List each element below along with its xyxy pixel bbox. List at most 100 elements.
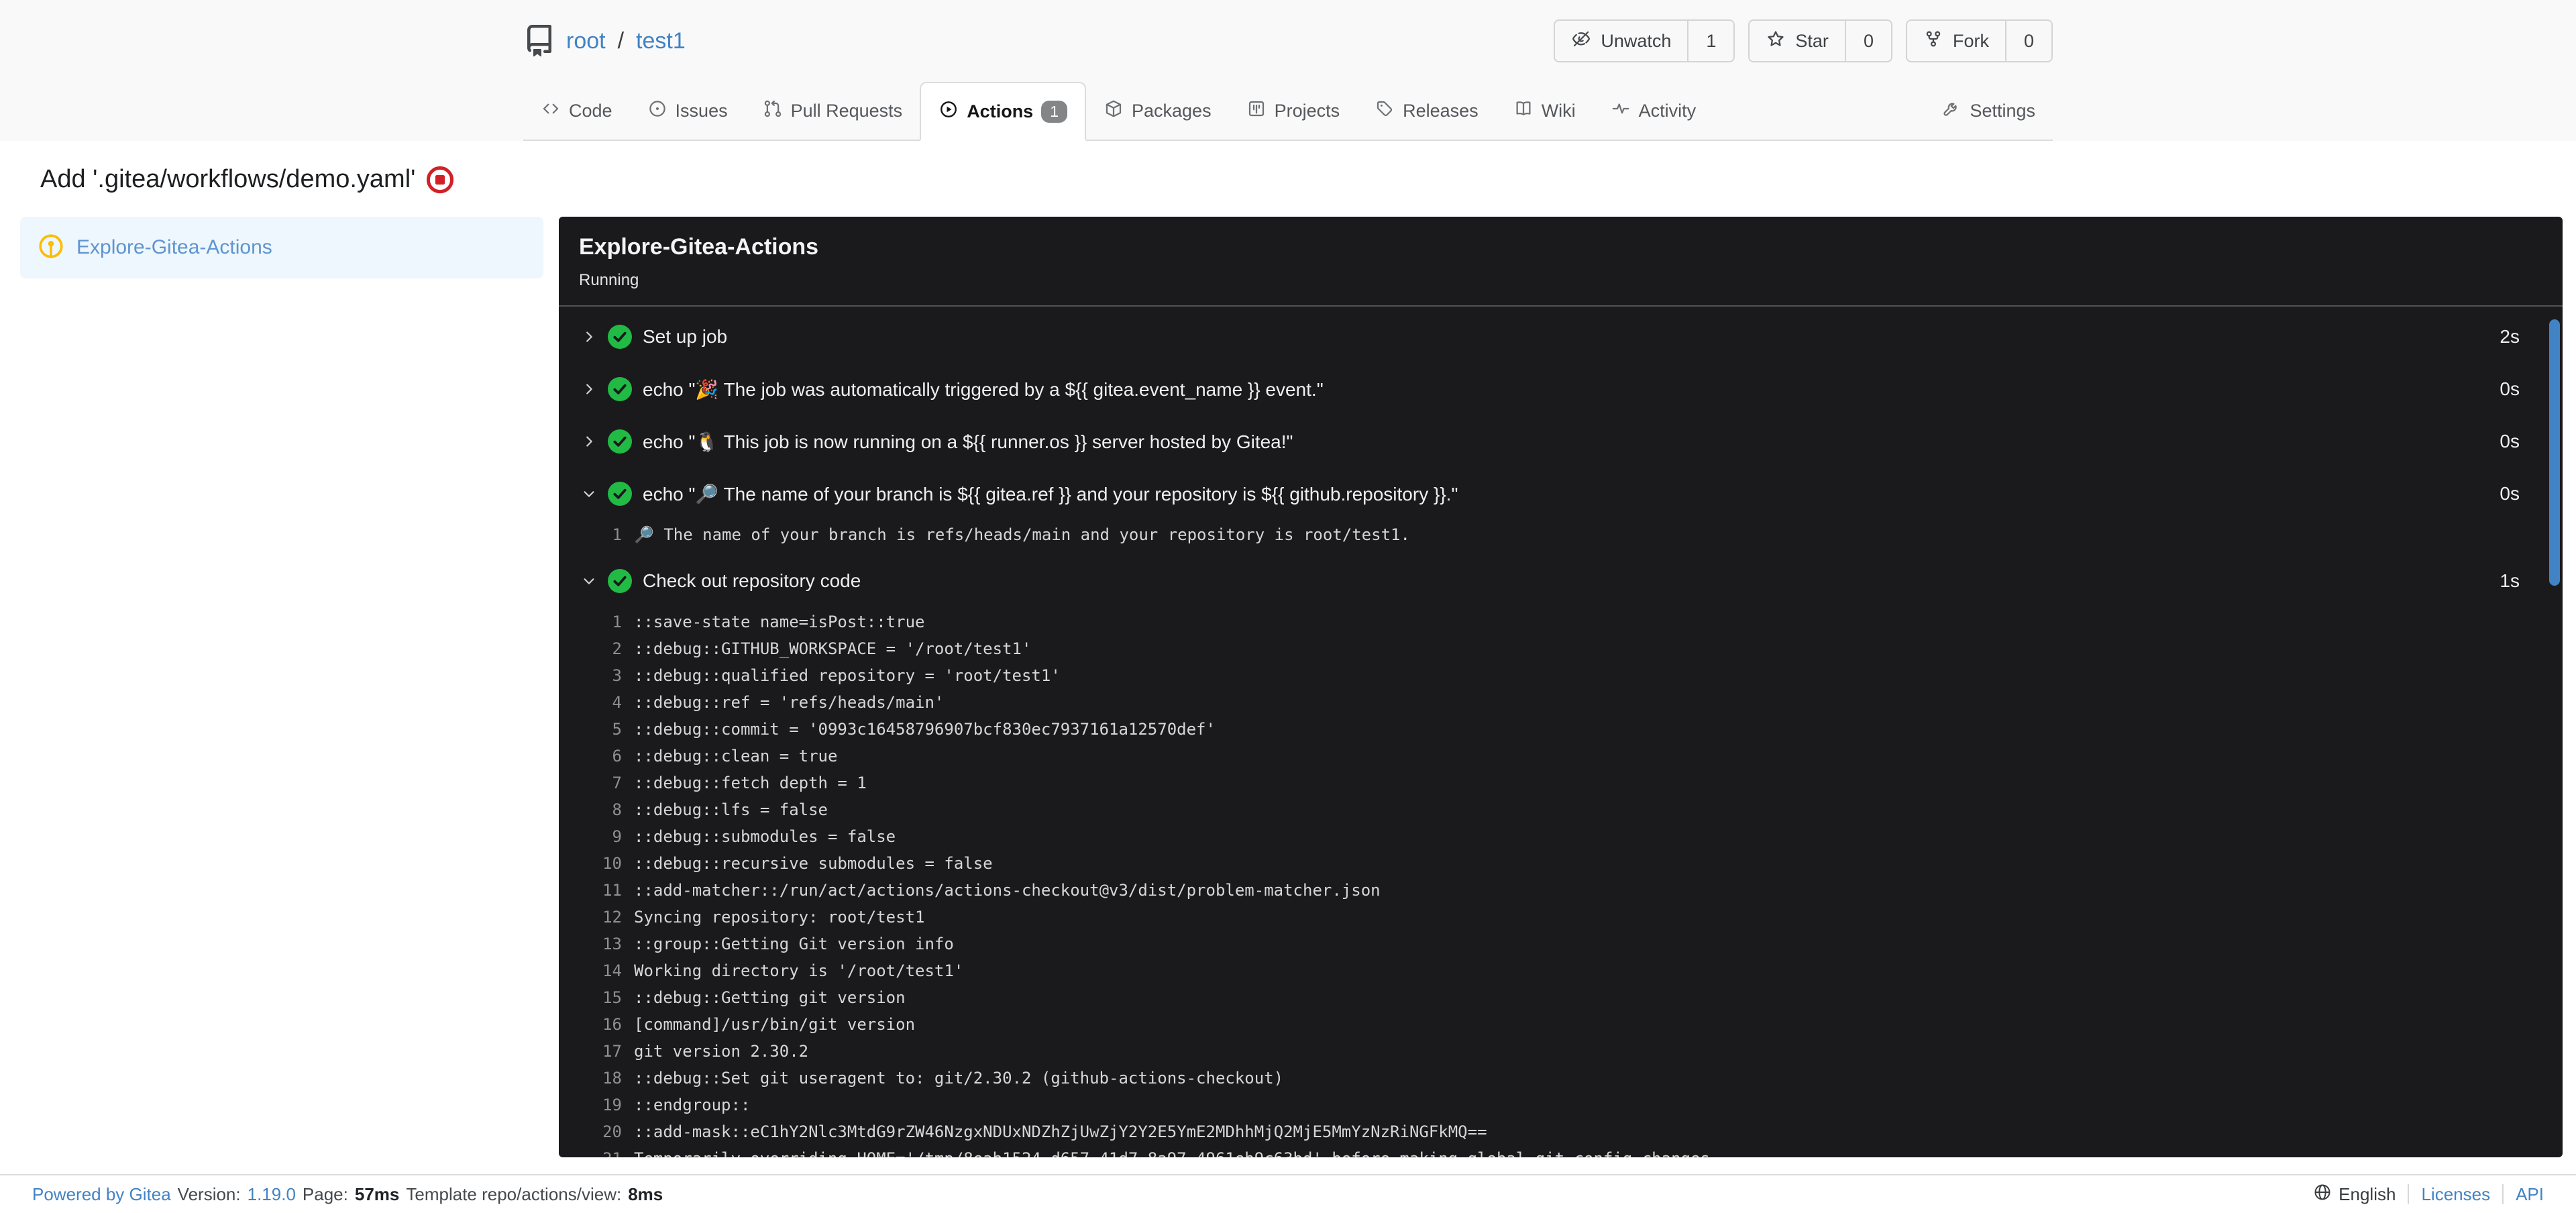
- wrench-icon: [1941, 99, 1962, 123]
- tab-wiki-label: Wiki: [1541, 100, 1576, 121]
- tab-pull-requests-label: Pull Requests: [790, 100, 903, 121]
- tab-activity[interactable]: Activity: [1593, 82, 1714, 140]
- tab-issues-label: Issues: [675, 100, 728, 121]
- globe-icon: [2313, 1183, 2332, 1206]
- log-line: ::debug::fetch depth = 1: [634, 774, 867, 792]
- watchers-count[interactable]: 1: [1687, 21, 1733, 61]
- run-log-panel: Explore-Gitea-Actions Running Set up job…: [559, 217, 2563, 1157]
- star-label: Star: [1795, 30, 1829, 51]
- log-line: ::debug::Getting git version: [634, 988, 906, 1007]
- step-duration: 2s: [2500, 326, 2520, 347]
- language-selector[interactable]: English: [2313, 1183, 2396, 1206]
- log-line: ::group::Getting Git version info: [634, 935, 954, 953]
- log-line: Working directory is '/root/test1': [634, 961, 964, 980]
- code-icon: [541, 99, 561, 123]
- step-success-icon: [608, 569, 632, 593]
- step-row-echo-event[interactable]: echo "🎉 The job was automatically trigge…: [559, 363, 2563, 415]
- tab-code[interactable]: Code: [523, 82, 630, 140]
- unwatch-label: Unwatch: [1601, 30, 1672, 51]
- step-row-echo-runner[interactable]: echo "🐧 This job is now running on a ${{…: [559, 415, 2563, 468]
- tab-issues[interactable]: Issues: [630, 82, 745, 140]
- log-line: ::debug::clean = true: [634, 747, 838, 766]
- version-label: Version:: [177, 1183, 241, 1204]
- tab-actions-label: Actions: [967, 101, 1034, 121]
- step-label: Set up job: [643, 326, 728, 347]
- tab-wiki[interactable]: Wiki: [1496, 82, 1593, 140]
- stars-count[interactable]: 0: [1844, 21, 1891, 61]
- tab-activity-label: Activity: [1638, 100, 1697, 121]
- log-line: ::save-state name=isPost::true: [634, 613, 925, 631]
- repo-breadcrumb: root / test1: [523, 25, 686, 57]
- log-line: ::debug::GITHUB_WORKSPACE = '/root/test1…: [634, 639, 1032, 658]
- step-row-checkout[interactable]: Check out repository code 1s: [559, 555, 2563, 607]
- chevron-right-icon: [581, 382, 597, 397]
- tab-packages[interactable]: Packages: [1086, 82, 1229, 140]
- star-button-group[interactable]: Star 0: [1748, 19, 1892, 62]
- step-duration: 0s: [2500, 378, 2520, 399]
- tab-packages-label: Packages: [1132, 100, 1212, 121]
- repo-action-buttons: Unwatch 1 Star 0 Fork 0: [1554, 19, 2053, 62]
- page-time-label: Page:: [302, 1183, 348, 1204]
- step-label: Check out repository code: [643, 570, 861, 591]
- tab-projects[interactable]: Projects: [1229, 82, 1358, 140]
- step-label: echo "🐧 This job is now running on a ${{…: [643, 431, 1293, 452]
- repo-name-link[interactable]: test1: [636, 28, 686, 54]
- step-success-icon: [608, 429, 632, 454]
- fork-button[interactable]: Fork: [1907, 21, 2005, 61]
- powered-by-gitea-link[interactable]: Powered by Gitea: [32, 1184, 171, 1205]
- chevron-right-icon: [581, 329, 597, 344]
- tab-actions[interactable]: Actions 1: [920, 82, 1086, 141]
- fork-icon: [1923, 29, 1943, 54]
- tab-settings[interactable]: Settings: [1924, 82, 2053, 140]
- footer-divider: [2502, 1184, 2504, 1204]
- log-line: ::debug::ref = 'refs/heads/main': [634, 693, 945, 712]
- template-time-label: Template repo/actions/view:: [406, 1183, 622, 1204]
- footer-divider: [2408, 1184, 2410, 1204]
- forks-count[interactable]: 0: [2004, 21, 2051, 61]
- repo-tab-bar: Code Issues Pull Requests Actions 1 Pack…: [523, 82, 2053, 141]
- tab-projects-label: Projects: [1274, 100, 1340, 121]
- log-line: 🔎 The name of your branch is refs/heads/…: [634, 525, 1410, 544]
- log-scrollbar-thumb[interactable]: [2549, 319, 2560, 586]
- api-link[interactable]: API: [2516, 1184, 2544, 1205]
- log-line: ::debug::commit = '0993c16458796907bcf83…: [634, 720, 1216, 739]
- template-time-value: 8ms: [628, 1183, 663, 1204]
- job-list-sidebar: Explore-Gitea-Actions: [20, 217, 543, 278]
- cancel-run-button[interactable]: [426, 166, 454, 194]
- log-line: ::debug::Set git useragent to: git/2.30.…: [634, 1069, 1284, 1088]
- watch-button-group[interactable]: Unwatch 1: [1554, 19, 1735, 62]
- language-label: English: [2339, 1183, 2396, 1204]
- tag-icon: [1375, 99, 1395, 123]
- version-link[interactable]: 1.19.0: [248, 1184, 296, 1205]
- job-item-explore-gitea-actions[interactable]: Explore-Gitea-Actions: [20, 217, 543, 278]
- step-success-icon: [608, 482, 632, 506]
- chevron-down-icon: [581, 486, 597, 501]
- log-line: ::debug::lfs = false: [634, 800, 828, 819]
- step-row-echo-branch[interactable]: echo "🔎 The name of your branch is ${{ g…: [559, 468, 2563, 520]
- tab-releases[interactable]: Releases: [1357, 82, 1496, 140]
- job-item-label: Explore-Gitea-Actions: [76, 236, 272, 258]
- log-line: Temporarily overriding HOME='/tmp/8eab15…: [559, 1145, 2563, 1157]
- actions-run-page: Add '.gitea/workflows/demo.yaml' Explore…: [0, 141, 2576, 1174]
- step-row-setup-job[interactable]: Set up job 2s: [559, 311, 2563, 363]
- top-header: root / test1 Unwatch 1 Star 0 Fork 0 Cod…: [0, 0, 2576, 141]
- log-line: ::debug::qualified repository = 'root/te…: [634, 666, 1061, 685]
- star-button[interactable]: Star: [1750, 21, 1845, 61]
- fork-button-group[interactable]: Fork 0: [1905, 19, 2053, 62]
- licenses-link[interactable]: Licenses: [2421, 1184, 2490, 1205]
- unwatch-button[interactable]: Unwatch: [1555, 21, 1687, 61]
- star-icon: [1766, 29, 1786, 54]
- step-label: echo "🔎 The name of your branch is ${{ g…: [643, 483, 1458, 505]
- fork-label: Fork: [1952, 30, 1989, 51]
- repo-owner-link[interactable]: root: [566, 28, 606, 54]
- log-line: ::add-mask::eC1hY2Nlc3MtdG9rZW46NzgxNDUx…: [634, 1122, 1487, 1141]
- page-footer: Powered by Gitea Version: 1.19.0 Page: 5…: [0, 1174, 2576, 1213]
- log-line: Syncing repository: root/test1: [634, 908, 925, 927]
- tab-releases-label: Releases: [1403, 100, 1479, 121]
- repo-icon: [523, 25, 555, 57]
- tab-pull-requests[interactable]: Pull Requests: [745, 82, 920, 140]
- job-running-status-icon: [38, 233, 64, 263]
- eye-slash-icon: [1571, 29, 1591, 54]
- log-line: ::add-matcher::/run/act/actions/actions-…: [634, 881, 1381, 900]
- step-label: echo "🎉 The job was automatically trigge…: [643, 378, 1324, 400]
